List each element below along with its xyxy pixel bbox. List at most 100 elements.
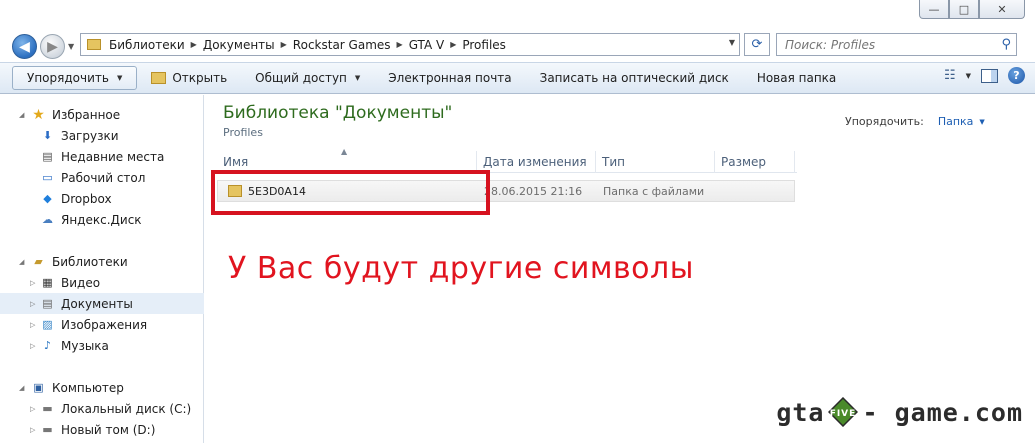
sidebar-item-label: Яндекс.Диск [61, 212, 142, 227]
gta-five-logo-icon: FIVE [828, 397, 859, 427]
breadcrumb-item-gtav[interactable]: GTA V [409, 38, 445, 52]
collapse-arrow-icon[interactable]: ▷ [30, 342, 40, 350]
document-icon: ▤ [42, 297, 53, 310]
maximize-button[interactable]: □ [949, 0, 979, 19]
sidebar-item-downloads[interactable]: ⬇ Загрузки [0, 125, 204, 146]
search-input[interactable] [785, 37, 985, 52]
collapse-arrow-icon[interactable]: ▷ [30, 300, 40, 308]
chevron-right-icon[interactable]: ▶ [191, 40, 197, 49]
library-subtitle: Profiles [223, 126, 263, 139]
hard-drive-icon: ▬ [42, 402, 53, 415]
watermark-left: gta [776, 397, 825, 427]
column-header-type[interactable]: Тип [596, 151, 715, 173]
burn-button[interactable]: Записать на оптический диск [526, 66, 743, 90]
refresh-button[interactable]: ⟳ [744, 33, 770, 56]
sidebar-item-video[interactable]: ▷ ▦ Видео [0, 272, 204, 293]
sidebar-item-desktop[interactable]: ▭ Рабочий стол [0, 167, 204, 188]
library-icon: ▰ [34, 255, 43, 268]
arrange-by: Упорядочить: Папка ▼ [845, 115, 985, 128]
sidebar-item-label: Компьютер [52, 380, 124, 395]
share-button[interactable]: Общий доступ ▼ [241, 66, 374, 90]
organize-button[interactable]: Упорядочить ▼ [12, 66, 138, 90]
sidebar-item-disk-d[interactable]: ▷ ▬ Новый том (D:) [0, 419, 204, 440]
library-title: Библиотека "Документы" [223, 103, 453, 123]
search-icon[interactable]: ⚲ [1001, 37, 1011, 52]
collapse-arrow-icon[interactable]: ▷ [30, 405, 40, 413]
chevron-right-icon[interactable]: ▶ [450, 40, 456, 49]
sidebar-item-label: Изображения [61, 317, 148, 332]
recent-pages-dropdown[interactable]: ▼ [68, 42, 74, 51]
sidebar-item-yandex-disk[interactable]: ☁ Яндекс.Диск [0, 209, 204, 230]
chevron-down-icon[interactable]: ▼ [966, 72, 971, 80]
sidebar-item-music[interactable]: ▷ ♪ Музыка [0, 335, 204, 356]
film-icon: ▦ [42, 276, 53, 289]
email-button[interactable]: Электронная почта [374, 66, 525, 90]
collapse-arrow-icon[interactable]: ▷ [30, 426, 40, 434]
back-button[interactable]: ◀ [12, 34, 37, 59]
arrange-value-dropdown[interactable]: Папка [938, 115, 974, 128]
column-header-size[interactable]: Размер [715, 151, 795, 173]
chevron-down-icon: ▼ [354, 74, 361, 82]
breadcrumb: Библиотеки ▶ Документы ▶ Rockstar Games … [109, 38, 506, 52]
image-icon: ▨ [42, 318, 53, 331]
minimize-button[interactable]: — [919, 0, 949, 19]
sidebar-item-label: Видео [61, 275, 101, 290]
sort-ascending-icon: ▲ [341, 147, 348, 156]
sidebar-item-label: Рабочий стол [61, 170, 146, 185]
sidebar-item-label: Музыка [61, 338, 109, 353]
close-button[interactable]: ✕ [979, 0, 1025, 19]
column-header-date[interactable]: Дата изменения [477, 151, 596, 173]
view-controls: ☷ ▼ ? [944, 67, 1025, 84]
sidebar-item-disk-c[interactable]: ▷ ▬ Локальный диск (C:) [0, 398, 204, 419]
annotation-text: У Вас будут другие символы [228, 251, 694, 286]
sidebar-item-label: Локальный диск (C:) [61, 401, 192, 416]
breadcrumb-item-libraries[interactable]: Библиотеки [109, 38, 185, 52]
new-folder-button[interactable]: Новая папка [743, 66, 850, 90]
expand-arrow-icon[interactable]: ◢ [19, 258, 29, 266]
chevron-down-icon[interactable]: ▼ [979, 118, 984, 126]
chevron-right-icon[interactable]: ▶ [397, 40, 403, 49]
sidebar-item-label: Документы [61, 296, 133, 311]
sidebar-item-label: Dropbox [61, 191, 112, 206]
preview-pane-icon[interactable] [981, 68, 998, 83]
watermark-right: - game.com [862, 397, 1023, 427]
sidebar-item-dropbox[interactable]: ◆ Dropbox [0, 188, 204, 209]
music-icon: ♪ [43, 339, 52, 352]
breadcrumb-item-rockstar[interactable]: Rockstar Games [293, 38, 391, 52]
cloud-icon: ☁ [42, 213, 53, 226]
forward-button[interactable]: ▶ [40, 34, 65, 59]
address-bar[interactable]: Библиотеки ▶ Документы ▶ Rockstar Games … [80, 33, 740, 56]
highlight-box [211, 170, 490, 215]
view-details-icon[interactable]: ☷ [944, 68, 956, 83]
breadcrumb-item-documents[interactable]: Документы [203, 38, 275, 52]
collapse-arrow-icon[interactable]: ▷ [30, 279, 40, 287]
expand-arrow-icon[interactable]: ◢ [19, 111, 29, 119]
refresh-icon: ⟳ [751, 37, 763, 52]
sidebar-item-documents[interactable]: ▷ ▤ Документы [0, 293, 204, 314]
search-box[interactable]: ⚲ [776, 33, 1017, 56]
file-date: 28.06.2015 21:16 [484, 184, 583, 198]
sidebar-item-images[interactable]: ▷ ▨ Изображения [0, 314, 204, 335]
sidebar-item-label: Загрузки [61, 128, 119, 143]
desktop-icon: ▭ [42, 171, 53, 184]
chevron-down-icon[interactable]: ▼ [729, 38, 735, 47]
help-icon[interactable]: ? [1008, 67, 1025, 84]
collapse-arrow-icon[interactable]: ▷ [30, 321, 40, 329]
column-label: Имя [223, 155, 249, 169]
sidebar-item-recent[interactable]: ▤ Недавние места [0, 146, 204, 167]
sidebar-item-favorites[interactable]: ◢ ★ Избранное [0, 104, 204, 125]
breadcrumb-item-profiles[interactable]: Profiles [462, 38, 506, 52]
watermark: gta FIVE - game.com [776, 397, 1023, 427]
expand-arrow-icon[interactable]: ◢ [19, 384, 29, 392]
title-bar: — □ ✕ [0, 0, 1035, 28]
sidebar-item-computer[interactable]: ◢ ▣ Компьютер [0, 377, 204, 398]
sidebar-item-libraries[interactable]: ◢ ▰ Библиотеки [0, 251, 204, 272]
open-label: Открыть [172, 71, 228, 85]
chevron-right-icon[interactable]: ▶ [281, 40, 287, 49]
svg-text:FIVE: FIVE [830, 409, 857, 419]
sidebar-item-label: Избранное [52, 107, 121, 122]
share-label: Общий доступ [255, 71, 347, 85]
open-button[interactable]: Открыть [137, 66, 241, 90]
navigation-pane: ◢ ★ Избранное ⬇ Загрузки ▤ Недавние мест… [0, 95, 204, 443]
hard-drive-icon: ▬ [42, 423, 53, 436]
